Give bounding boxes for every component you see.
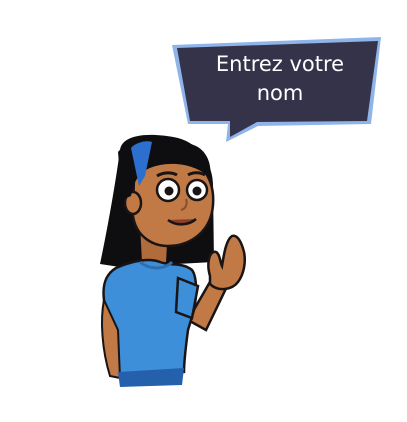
scene: Entrez votre nom xyxy=(0,0,407,418)
character-girl xyxy=(100,134,246,387)
speech-bubble-line-2: nom xyxy=(256,81,304,105)
speech-bubble-line-1: Entrez votre xyxy=(215,52,345,76)
speech-bubble-text: Entrez votre nom xyxy=(190,50,370,108)
